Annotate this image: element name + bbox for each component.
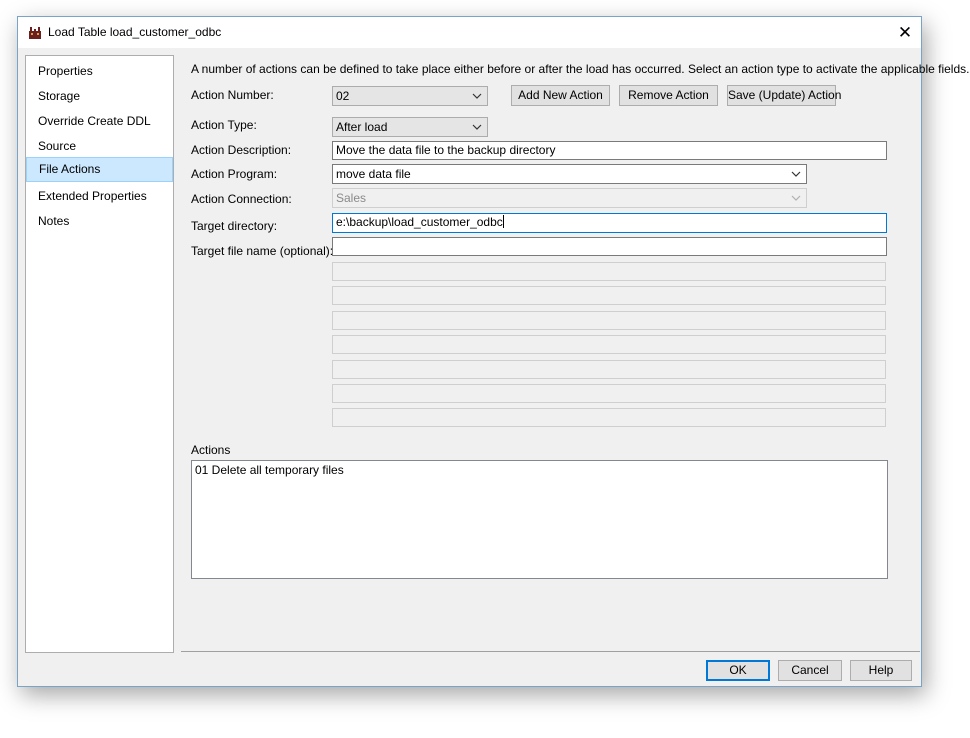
nav-item-file-actions[interactable]: File Actions bbox=[26, 157, 173, 182]
nav-item-source[interactable]: Source bbox=[26, 134, 173, 158]
nav-item-extended-properties[interactable]: Extended Properties bbox=[26, 184, 173, 208]
chevron-down-icon bbox=[472, 118, 482, 136]
window-title: Load Table load_customer_odbc bbox=[48, 25, 222, 39]
close-icon[interactable]: ✕ bbox=[889, 17, 921, 48]
text-caret bbox=[502, 215, 504, 228]
target-directory-input[interactable]: e:\backup\load_customer_odbc bbox=[332, 213, 887, 233]
nav-item-notes[interactable]: Notes bbox=[26, 209, 173, 233]
chevron-down-icon bbox=[791, 165, 801, 183]
nav-item-storage[interactable]: Storage bbox=[26, 84, 173, 108]
remove-action-button[interactable]: Remove Action bbox=[619, 85, 718, 106]
intro-text: A number of actions can be defined to ta… bbox=[191, 62, 970, 76]
divider bbox=[181, 651, 920, 652]
disabled-field bbox=[332, 384, 886, 403]
action-number-select[interactable]: 02 bbox=[332, 86, 488, 106]
target-file-label: Target file name (optional): bbox=[191, 244, 334, 258]
actions-list[interactable]: 01 Delete all temporary files bbox=[191, 460, 888, 579]
disabled-field bbox=[332, 360, 886, 379]
list-item[interactable]: 01 Delete all temporary files bbox=[192, 461, 887, 479]
action-program-label: Action Program: bbox=[191, 167, 278, 181]
disabled-field bbox=[332, 335, 886, 354]
action-connection-select[interactable]: Sales bbox=[332, 188, 807, 208]
navigation-list: Properties Storage Override Create DDL S… bbox=[25, 55, 174, 653]
action-type-select[interactable]: After load bbox=[332, 117, 488, 137]
ok-button[interactable]: OK bbox=[706, 660, 770, 681]
cancel-button[interactable]: Cancel bbox=[778, 660, 842, 681]
target-file-input[interactable] bbox=[332, 237, 887, 256]
action-program-value: move data file bbox=[336, 167, 411, 181]
action-type-label: Action Type: bbox=[191, 118, 257, 132]
action-description-label: Action Description: bbox=[191, 143, 292, 157]
nav-item-properties[interactable]: Properties bbox=[26, 59, 173, 83]
action-connection-label: Action Connection: bbox=[191, 192, 292, 206]
action-description-input[interactable]: Move the data file to the backup directo… bbox=[332, 141, 887, 160]
chevron-down-icon bbox=[791, 189, 801, 207]
actions-label: Actions bbox=[191, 443, 231, 457]
add-new-action-button[interactable]: Add New Action bbox=[511, 85, 610, 106]
app-icon bbox=[28, 26, 42, 40]
action-program-select[interactable]: move data file bbox=[332, 164, 807, 184]
disabled-field bbox=[332, 408, 886, 427]
nav-item-override-create-ddl[interactable]: Override Create DDL bbox=[26, 109, 173, 133]
load-table-dialog: Load Table load_customer_odbc ✕ Properti… bbox=[17, 16, 969, 687]
action-connection-value: Sales bbox=[336, 191, 367, 205]
disabled-field bbox=[332, 311, 886, 330]
disabled-field bbox=[332, 262, 886, 281]
action-number-label: Action Number: bbox=[191, 88, 274, 102]
target-directory-label: Target directory: bbox=[191, 219, 278, 233]
title-bar: Load Table load_customer_odbc ✕ bbox=[18, 17, 921, 48]
save-update-action-button[interactable]: Save (Update) Action bbox=[727, 85, 841, 106]
target-directory-value: e:\backup\load_customer_odbc bbox=[336, 215, 503, 229]
action-type-value: After load bbox=[336, 120, 388, 134]
chevron-down-icon bbox=[472, 87, 482, 105]
action-number-value: 02 bbox=[336, 89, 350, 103]
help-button[interactable]: Help bbox=[850, 660, 912, 681]
disabled-field bbox=[332, 286, 886, 305]
